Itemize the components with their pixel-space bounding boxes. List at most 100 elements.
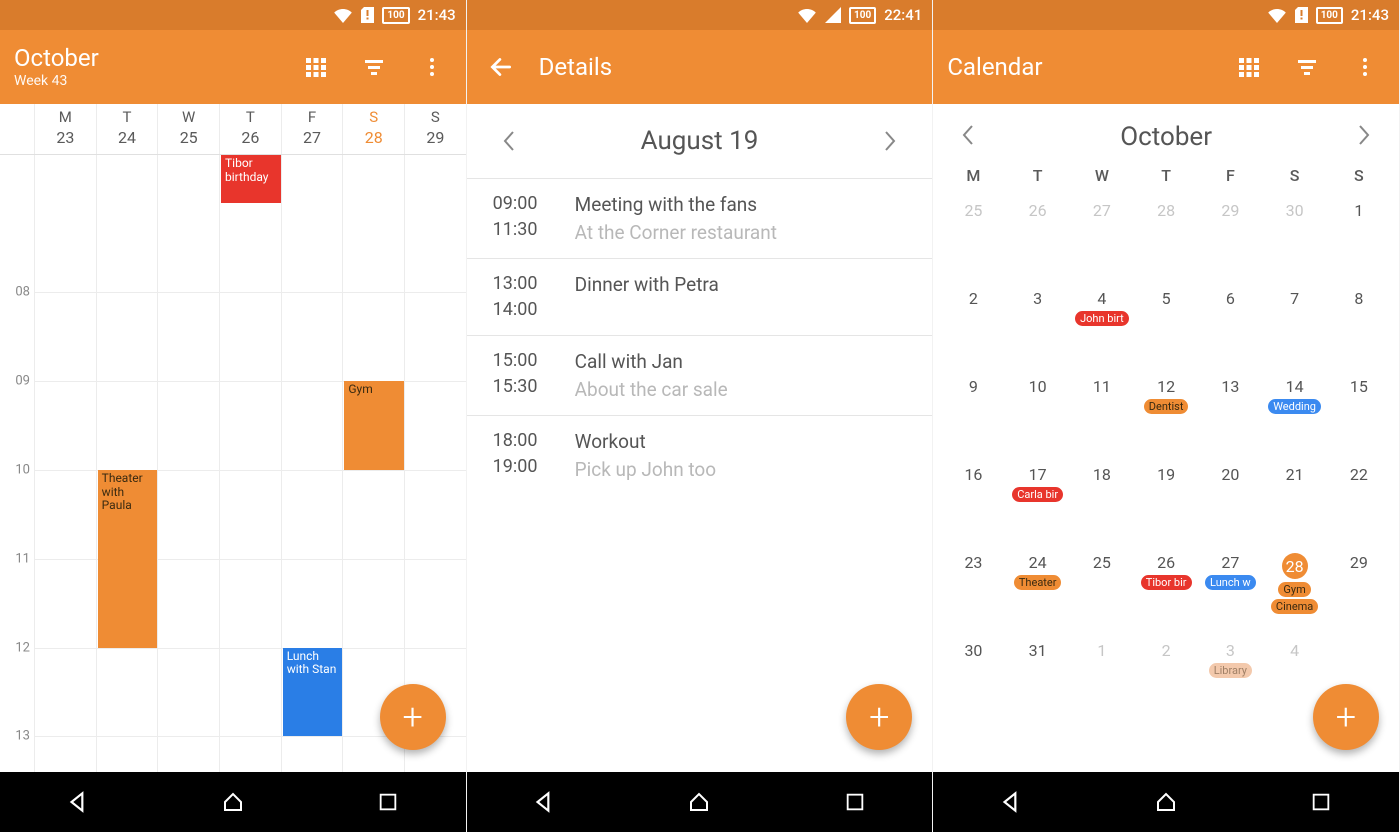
month-event-chip[interactable]: Theater [1014,575,1062,590]
agenda-item[interactable]: 09:0011:30 Meeting with the fans At the … [467,178,933,258]
week-day-column[interactable]: Gym [342,203,404,772]
month-cell[interactable]: 31 [1006,635,1070,723]
month-cell[interactable]: 11 [1070,371,1134,459]
nav-back-button[interactable] [981,782,1041,822]
agenda-item[interactable]: 15:0015:30 Call with Jan About the car s… [467,335,933,415]
month-event-chip[interactable]: Cinema [1271,599,1318,614]
month-cell[interactable]: 3 [1006,283,1070,371]
nav-home-button[interactable] [669,782,729,822]
week-event[interactable]: Lunch with Stan [283,648,343,737]
nav-back-button[interactable] [514,782,574,822]
weekday-header[interactable]: M23 [34,104,96,154]
month-cell[interactable]: 17Carla bir [1006,459,1070,547]
month-cell[interactable]: 21 [1262,459,1326,547]
month-cell[interactable]: 27Lunch w [1198,547,1262,635]
filter-button[interactable] [354,47,394,87]
month-cell[interactable]: 2 [1134,635,1198,723]
weekday-header[interactable]: T24 [96,104,158,154]
week-day-column[interactable] [34,203,96,772]
month-cell[interactable]: 8 [1327,283,1391,371]
view-grid-button[interactable] [296,47,336,87]
month-event-chip[interactable]: Gym [1278,582,1310,597]
month-cell[interactable]: 5 [1134,283,1198,371]
month-cell[interactable]: 6 [1198,283,1262,371]
weekday-header[interactable]: S28 [342,104,404,154]
month-cell[interactable]: 23 [941,547,1005,635]
filter-button[interactable] [1287,47,1327,87]
next-day-button[interactable] [876,127,904,155]
month-cell[interactable]: 14Wedding [1262,371,1326,459]
week-event[interactable]: Gym [344,381,404,470]
week-grid[interactable]: 08091011121314 Theater with PaulaLunch w… [0,203,466,772]
month-cell[interactable]: 30 [941,635,1005,723]
month-nav: October [933,104,1399,160]
month-cell[interactable]: 28GymCinema [1262,547,1326,635]
month-cell[interactable]: 27 [1070,195,1134,283]
month-cell[interactable]: 9 [941,371,1005,459]
month-cell[interactable]: 24Theater [1006,547,1070,635]
nav-home-button[interactable] [203,782,263,822]
month-event-chip[interactable]: Library [1209,663,1252,678]
month-cell[interactable]: 26 [1006,195,1070,283]
agenda-list: 09:0011:30 Meeting with the fans At the … [467,178,933,495]
month-event-chip[interactable]: Carla bir [1012,487,1063,502]
week-day-column[interactable]: Lunch with Stan [281,203,343,772]
weekday-header[interactable]: F27 [281,104,343,154]
back-button[interactable] [481,47,521,87]
agenda-item[interactable]: 13:0014:00 Dinner with Petra [467,258,933,335]
month-cell[interactable]: 4John birt [1070,283,1134,371]
nav-home-button[interactable] [1136,782,1196,822]
month-event-chip[interactable]: Tibor bir [1141,575,1192,590]
week-day-column[interactable]: Theater with Paula [96,203,158,772]
month-cell[interactable]: 29 [1327,547,1391,635]
device-week-view: 100 21:43 October Week 43 M23T24W25T26F2… [0,0,467,832]
next-month-button[interactable] [1357,123,1371,151]
month-cell[interactable]: 22 [1327,459,1391,547]
overflow-menu-button[interactable] [1345,47,1385,87]
month-cell[interactable]: 1 [1327,195,1391,283]
month-cell[interactable]: 20 [1198,459,1262,547]
agenda-item[interactable]: 18:0019:00 Workout Pick up John too [467,415,933,495]
allday-event[interactable]: Tibor birthday [221,155,281,203]
month-content: October MTWTFSS 2526272829301234John bir… [933,104,1399,772]
month-cell[interactable]: 26Tibor bir [1134,547,1198,635]
nav-back-button[interactable] [48,782,108,822]
weekday-header[interactable]: T26 [219,104,281,154]
week-event[interactable]: Theater with Paula [98,470,158,648]
month-event-chip[interactable]: John birt [1075,311,1129,326]
month-cell[interactable]: 12Dentist [1134,371,1198,459]
nav-recent-button[interactable] [358,782,418,822]
month-cell[interactable]: 25 [941,195,1005,283]
month-cell[interactable]: 3Library [1198,635,1262,723]
weekday-header[interactable]: W25 [157,104,219,154]
overflow-menu-button[interactable] [412,47,452,87]
nav-recent-button[interactable] [825,782,885,822]
month-cell[interactable]: 29 [1198,195,1262,283]
fab-add-event[interactable]: + [380,684,446,750]
month-cell[interactable]: 13 [1198,371,1262,459]
month-event-chip[interactable]: Dentist [1144,399,1189,414]
nav-recent-button[interactable] [1291,782,1351,822]
weekday-header[interactable]: S29 [404,104,466,154]
month-event-chip[interactable]: Lunch w [1205,575,1256,590]
month-cell[interactable]: 18 [1070,459,1134,547]
month-cell[interactable]: 1 [1070,635,1134,723]
month-event-chip[interactable]: Wedding [1268,399,1321,414]
month-cell[interactable]: 7 [1262,283,1326,371]
month-cell[interactable]: 15 [1327,371,1391,459]
month-cell[interactable]: 2 [941,283,1005,371]
month-cell[interactable]: 16 [941,459,1005,547]
month-cell[interactable]: 10 [1006,371,1070,459]
month-grid[interactable]: 2526272829301234John birt56789101112Dent… [933,195,1399,723]
week-day-column[interactable] [219,203,281,772]
fab-add-event[interactable]: + [846,684,912,750]
week-day-column[interactable] [157,203,219,772]
prev-month-button[interactable] [961,123,975,151]
view-grid-button[interactable] [1229,47,1269,87]
fab-add-event[interactable]: + [1313,684,1379,750]
month-cell[interactable]: 28 [1134,195,1198,283]
month-cell[interactable]: 19 [1134,459,1198,547]
prev-day-button[interactable] [495,127,523,155]
month-cell[interactable]: 30 [1262,195,1326,283]
month-cell[interactable]: 25 [1070,547,1134,635]
